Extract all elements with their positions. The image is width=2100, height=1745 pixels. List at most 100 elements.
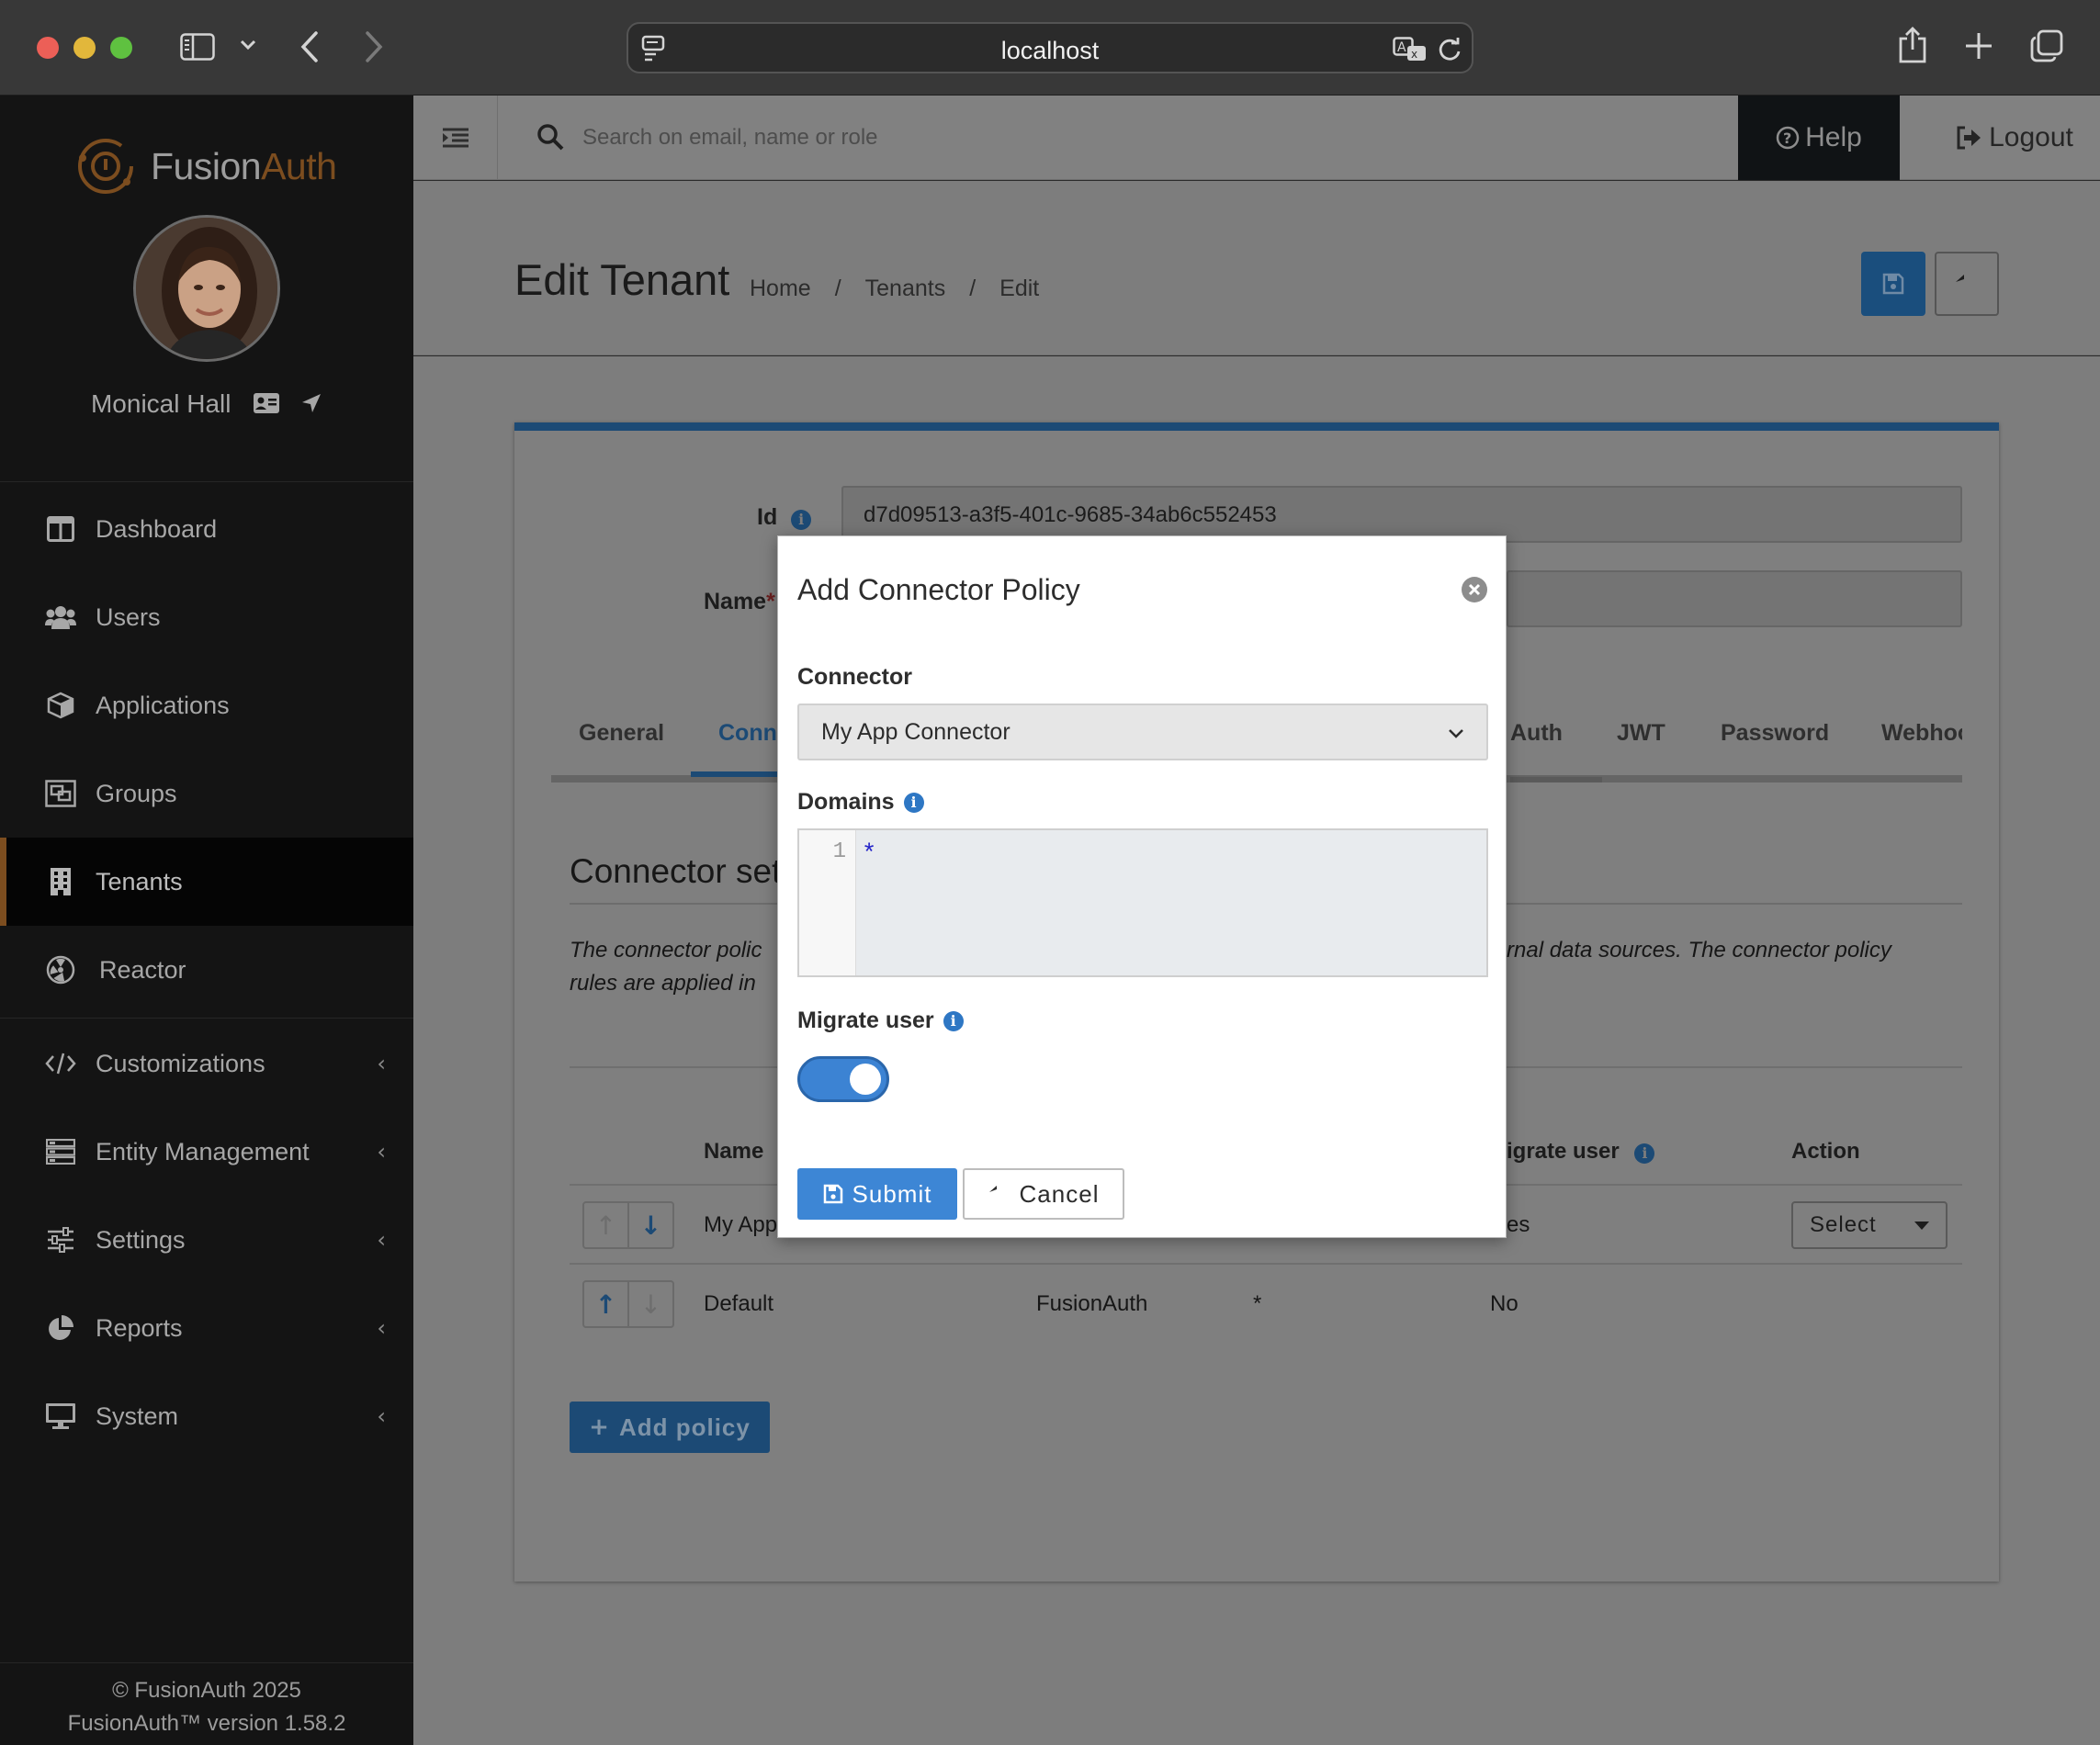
new-tab-icon[interactable] [1964, 31, 1993, 63]
svg-text:A: A [1397, 40, 1406, 55]
id-card-icon[interactable] [253, 391, 280, 421]
policy-migrate-user: es [1507, 1212, 1530, 1237]
breadcrumb-edit: Edit [999, 276, 1040, 301]
sidebar-item-system[interactable]: System ‹ [0, 1372, 413, 1460]
breadcrumb-separator: / [834, 276, 841, 301]
move-up-button[interactable]: ↑ [584, 1203, 629, 1247]
menu-toggle-button[interactable] [413, 96, 498, 180]
sidebar-item-label: Settings [96, 1225, 186, 1254]
sidebar-item-label: Users [96, 602, 161, 631]
reload-icon[interactable] [1437, 37, 1462, 65]
save-icon [1882, 273, 1904, 295]
user-name[interactable]: Monical Hall [91, 389, 231, 418]
close-icon[interactable] [1462, 577, 1487, 602]
minimize-window-button[interactable] [73, 37, 96, 59]
sidebar-item-label: Entity Management [96, 1137, 310, 1165]
help-label: Help [1805, 122, 1862, 152]
back-button[interactable] [1935, 252, 1999, 316]
forward-icon[interactable] [364, 30, 384, 66]
sidebar-item-label: System [96, 1402, 179, 1430]
search-input[interactable] [582, 116, 1317, 160]
sidebar-item-settings[interactable]: Settings ‹ [0, 1196, 413, 1284]
tab-webhooks[interactable]: Webhoo [1881, 720, 1962, 747]
chevron-left-icon: ‹ [377, 1403, 386, 1429]
sidebar-item-users[interactable]: Users [0, 573, 413, 661]
sidebar-item-dashboard[interactable]: Dashboard [0, 485, 413, 573]
tab-oauth[interactable]: Auth [1510, 720, 1563, 747]
caret-down-icon [1914, 1222, 1929, 1230]
back-icon[interactable] [299, 30, 320, 66]
dashboard-icon [42, 516, 79, 542]
logout-button[interactable]: Logout [1929, 96, 2100, 180]
sidebar-item-reactor[interactable]: Reactor [0, 926, 413, 1014]
sidebar-item-reports[interactable]: Reports ‹ [0, 1284, 413, 1372]
tenants-icon [42, 867, 79, 896]
applications-icon [42, 692, 79, 719]
reply-icon [1956, 275, 1964, 282]
chevron-left-icon: ‹ [377, 1139, 386, 1165]
svg-text:?: ? [1783, 129, 1791, 147]
help-button[interactable]: ? Help [1738, 96, 1900, 180]
action-select-button[interactable]: Select [1791, 1201, 1948, 1249]
sidebar-toggle-icon[interactable] [180, 33, 215, 63]
breadcrumb-tenants[interactable]: Tenants [865, 276, 946, 302]
maximize-window-button[interactable] [110, 37, 132, 59]
sidebar-item-applications[interactable]: Applications [0, 661, 413, 749]
fusionauth-logo-icon [78, 139, 133, 194]
reorder-buttons: ↑ ↓ [582, 1201, 674, 1249]
reply-icon [988, 1185, 1010, 1203]
submit-button[interactable]: Submit [797, 1168, 957, 1220]
save-button[interactable] [1861, 252, 1925, 316]
avatar[interactable] [133, 215, 280, 362]
sidebar-item-tenants[interactable]: Tenants [0, 838, 413, 926]
users-icon [42, 605, 79, 629]
reactor-icon [42, 955, 79, 985]
info-icon[interactable]: i [1634, 1143, 1655, 1164]
sidebar-divider [0, 1018, 413, 1019]
page-header: Edit Tenant Home / Tenants / Edit [413, 181, 2100, 355]
translate-icon[interactable]: Ax [1393, 37, 1428, 65]
policy-migrate-user: No [1490, 1291, 1519, 1316]
sidebar-item-entity-management[interactable]: Entity Management ‹ [0, 1108, 413, 1196]
info-icon[interactable]: i [903, 792, 924, 813]
connector-select[interactable]: My App Connector [797, 704, 1488, 760]
address-bar[interactable]: localhost Ax [627, 22, 1473, 73]
move-up-button[interactable]: ↑ [584, 1282, 629, 1326]
tab-jwt[interactable]: JWT [1617, 720, 1665, 747]
close-window-button[interactable] [37, 37, 59, 59]
user-row: Monical Hall [0, 389, 413, 421]
chevron-left-icon: ‹ [377, 1227, 386, 1253]
location-arrow-icon[interactable] [300, 391, 322, 421]
line-number: 1 [799, 830, 856, 975]
sign-out-icon [1956, 126, 1981, 150]
info-icon[interactable]: i [943, 1010, 964, 1031]
name-field[interactable] [1507, 570, 1962, 627]
domains-code-editor[interactable]: 1 * [797, 828, 1488, 977]
tabs-overview-icon[interactable] [2030, 29, 2063, 65]
fusionauth-logo[interactable]: FusionAuth [73, 134, 337, 198]
tabs-scrollbar[interactable] [1510, 777, 1602, 782]
tab-general[interactable]: General [579, 720, 664, 747]
connector-label: Connector [797, 664, 912, 690]
add-policy-button[interactable]: + Add policy [570, 1402, 770, 1453]
sidebar-item-label: Customizations [96, 1049, 265, 1077]
tab-connectors[interactable]: Conn [718, 720, 777, 747]
sidebar-item-groups[interactable]: Groups [0, 749, 413, 838]
sidebar-item-customizations[interactable]: Customizations ‹ [0, 1019, 413, 1108]
move-down-button[interactable]: ↓ [629, 1203, 672, 1247]
breadcrumb-home[interactable]: Home [750, 276, 811, 302]
info-icon[interactable]: i [791, 509, 812, 530]
tab-password[interactable]: Password [1721, 720, 1829, 747]
domains-label: Domains i [797, 789, 924, 816]
cancel-button[interactable]: Cancel [963, 1168, 1124, 1220]
share-icon[interactable] [1898, 26, 1927, 67]
move-down-button[interactable]: ↓ [629, 1282, 672, 1326]
id-field[interactable]: d7d09513-a3f5-401c-9685-34ab6c552453 [841, 486, 1962, 543]
server-icon [42, 1139, 79, 1165]
migrate-user-toggle[interactable] [797, 1056, 889, 1102]
section-title: Connector set [570, 852, 782, 890]
chevron-down-icon[interactable] [240, 39, 256, 54]
column-header-name: Name [704, 1139, 764, 1164]
chevron-down-icon [1446, 720, 1466, 752]
chevron-left-icon: ‹ [377, 1051, 386, 1076]
